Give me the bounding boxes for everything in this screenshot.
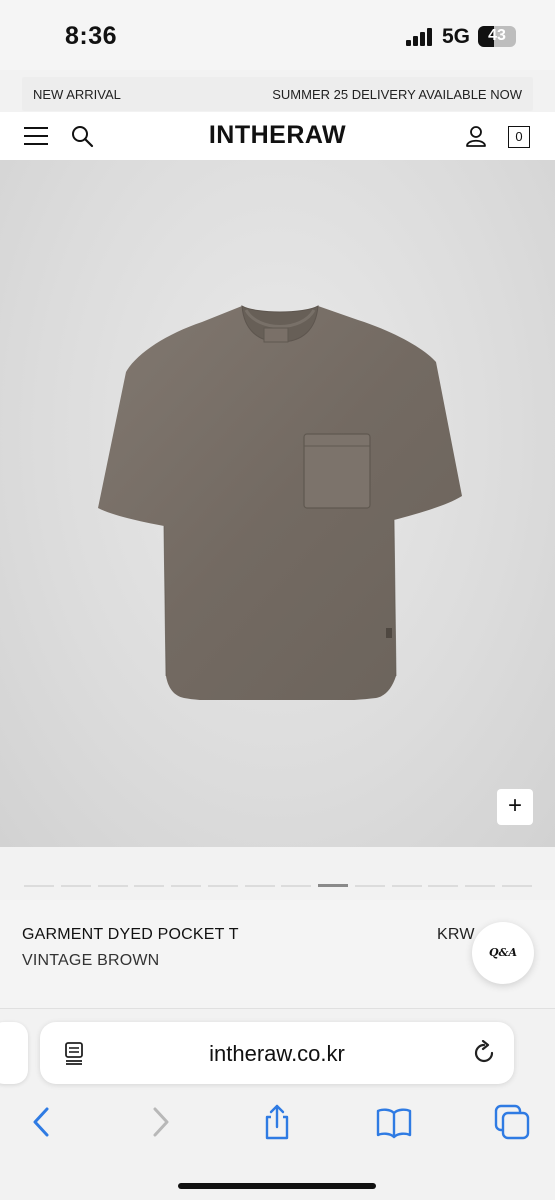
- product-image[interactable]: +: [0, 160, 555, 847]
- pager-dot[interactable]: [354, 885, 385, 887]
- pager-dot[interactable]: [244, 885, 275, 887]
- cart-button[interactable]: 0: [508, 126, 530, 148]
- reload-icon[interactable]: [471, 1040, 497, 1066]
- status-time: 8:36: [65, 22, 118, 50]
- tshirt-image: [98, 305, 462, 700]
- announcement-new-arrival[interactable]: NEW ARRIVAL: [33, 87, 121, 102]
- product-name: GARMENT DYED POCKET T: [22, 926, 239, 943]
- browser-chrome: intheraw.co.kr: [0, 1008, 555, 1200]
- pager-dot[interactable]: [134, 885, 165, 887]
- signal-icon: [406, 28, 434, 46]
- address-bar[interactable]: intheraw.co.kr: [40, 1022, 514, 1084]
- pager-dot[interactable]: [207, 885, 238, 887]
- image-pager[interactable]: [24, 884, 532, 888]
- pager-dot[interactable]: [465, 885, 496, 887]
- battery-icon: 43: [478, 26, 516, 47]
- status-bar: 8:36 5G 43: [0, 0, 555, 70]
- announcement-delivery[interactable]: SUMMER 25 DELIVERY AVAILABLE NOW: [272, 87, 522, 102]
- pager-dot[interactable]: [97, 885, 128, 887]
- previous-tab-peek[interactable]: [0, 1022, 28, 1084]
- url-text[interactable]: intheraw.co.kr: [40, 1041, 514, 1067]
- share-icon[interactable]: [259, 1104, 295, 1140]
- pager-dot[interactable]: [318, 884, 349, 887]
- book-icon[interactable]: [376, 1104, 412, 1140]
- announcement-bar[interactable]: NEW ARRIVAL SUMMER 25 DELIVERY AVAILABLE…: [22, 77, 533, 111]
- pager-dot[interactable]: [60, 885, 91, 887]
- product-price: KRW: [437, 926, 475, 943]
- pager-dot[interactable]: [171, 885, 202, 887]
- browser-toolbar: [0, 1104, 555, 1144]
- product-info: GARMENT DYED POCKET T VINTAGE BROWN KRW …: [0, 900, 555, 1010]
- product-color: VINTAGE BROWN: [22, 952, 160, 969]
- pager-dot[interactable]: [391, 885, 422, 887]
- network-label: 5G: [442, 25, 471, 48]
- chevron-left-icon[interactable]: [24, 1104, 60, 1140]
- chevron-right-icon[interactable]: [142, 1104, 178, 1140]
- pager-dot[interactable]: [428, 885, 459, 887]
- tabs-icon[interactable]: [494, 1104, 530, 1140]
- pager-dot[interactable]: [501, 885, 532, 887]
- site-header: INTHERAW 0: [0, 112, 555, 160]
- pager-dot[interactable]: [281, 885, 312, 887]
- home-indicator: [178, 1183, 376, 1189]
- qa-button[interactable]: Q&A: [472, 922, 534, 984]
- battery-level: 43: [488, 27, 506, 44]
- zoom-button[interactable]: +: [497, 789, 533, 825]
- pager-dot[interactable]: [24, 885, 54, 887]
- user-icon[interactable]: [464, 124, 488, 148]
